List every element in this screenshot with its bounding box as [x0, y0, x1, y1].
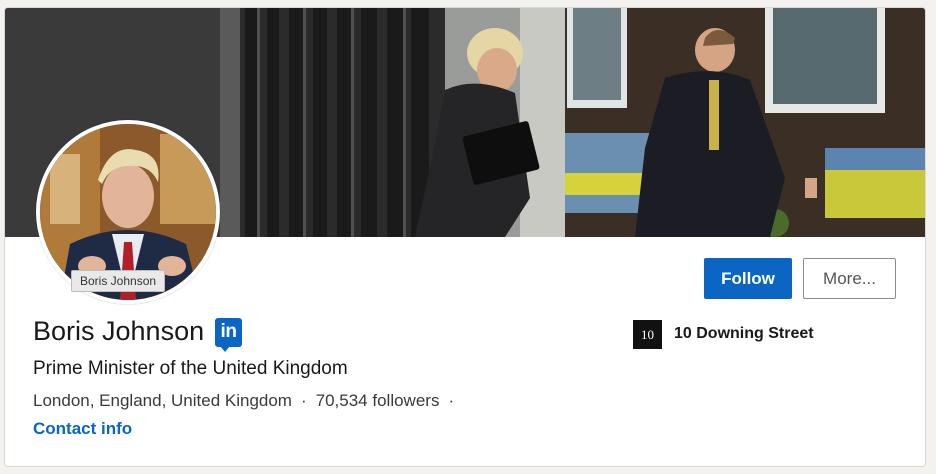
profile-meta: London, England, United Kingdom · 70,534 f…: [33, 391, 463, 411]
company-logo[interactable]: 10: [633, 320, 662, 349]
company-name[interactable]: 10 Downing Street: [674, 325, 814, 343]
contact-info-link[interactable]: Contact info: [33, 419, 132, 439]
separator-dot: ·: [300, 391, 307, 410]
avatar-name-tag: Boris Johnson: [71, 270, 166, 292]
more-button[interactable]: More...: [803, 258, 896, 299]
profile-location: London, England, United Kingdom: [33, 391, 292, 410]
profile-name: Boris Johnson: [33, 316, 205, 346]
follower-count[interactable]: 70,534 followers: [316, 391, 440, 410]
profile-headline: Prime Minister of the United Kingdom: [33, 358, 348, 379]
follow-button[interactable]: Follow: [704, 258, 792, 299]
separator-dot: ·: [448, 391, 455, 410]
linkedin-icon: in: [215, 318, 242, 352]
profile-card: Boris Johnson Follow More... Boris Johns…: [4, 7, 926, 467]
